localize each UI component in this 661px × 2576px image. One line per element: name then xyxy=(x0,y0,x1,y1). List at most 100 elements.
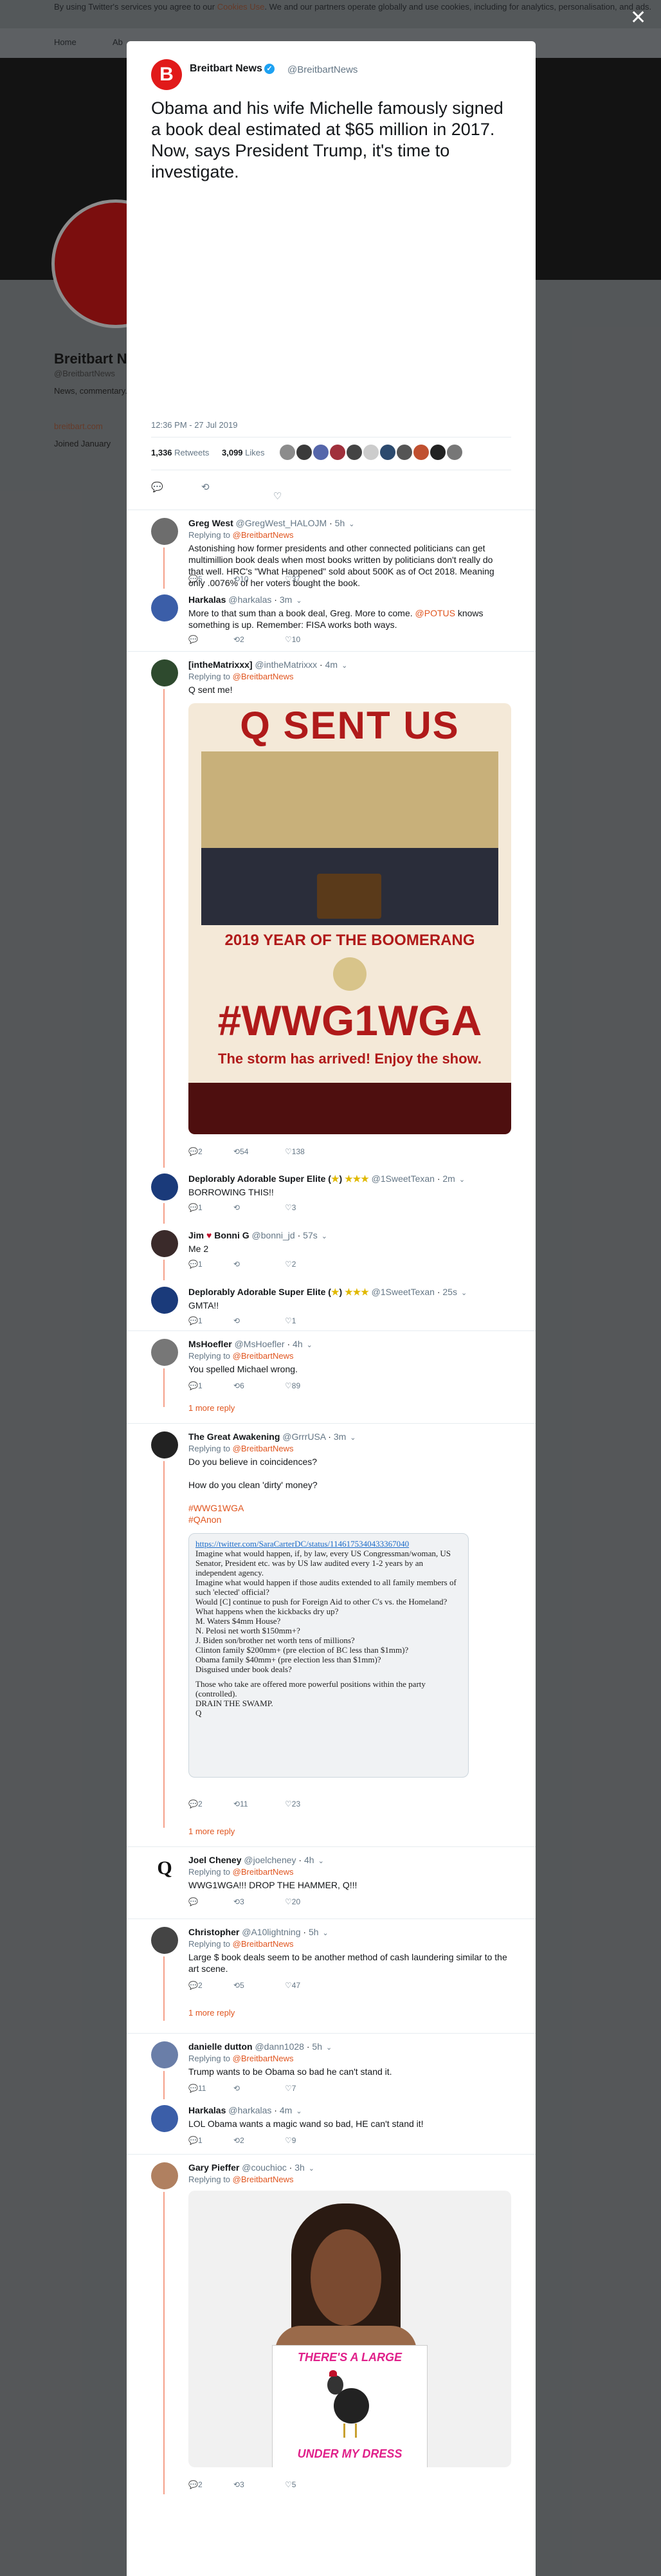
reply-author[interactable]: The Great Awakening @GrrrUSA · 3m ⌄ xyxy=(188,1431,356,1442)
liker-avatar[interactable] xyxy=(430,445,446,460)
reply-tweet[interactable]: The Great Awakening @GrrrUSA · 3m ⌄ Reply… xyxy=(127,1423,536,1847)
reply-author[interactable]: Deplorably Adorable Super Elite (★) ★★★ … xyxy=(188,1287,467,1298)
avatar[interactable] xyxy=(151,1230,178,1257)
chevron-down-icon[interactable]: ⌄ xyxy=(350,1434,356,1442)
like-icon[interactable]: ♡ 5 xyxy=(285,2480,296,2489)
mention-link[interactable]: @POTUS xyxy=(415,608,455,618)
reply-icon[interactable]: 💬 1 xyxy=(188,1203,203,1212)
chevron-down-icon[interactable]: ⌄ xyxy=(318,1857,324,1865)
reply-icon[interactable]: 💬 2 xyxy=(188,1147,203,1156)
chevron-down-icon[interactable]: ⌄ xyxy=(341,662,347,670)
hashtag-link[interactable]: #QAnon xyxy=(188,1514,510,1525)
source-name[interactable]: Breitbart News ✓ xyxy=(190,63,276,75)
mention-link[interactable]: @BreitbartNews xyxy=(233,672,294,681)
avatar[interactable] xyxy=(151,659,178,686)
like-icon[interactable]: ♡ 3 xyxy=(285,1203,296,1212)
like-icon[interactable]: ♡ 7 xyxy=(285,2084,296,2093)
reply-icon[interactable]: 💬 xyxy=(151,481,163,493)
avatar[interactable] xyxy=(151,1173,178,1201)
retweet-icon[interactable]: ⟲ 3 xyxy=(233,1897,244,1906)
like-icon[interactable]: ♡ 89 xyxy=(285,1381,300,1390)
retweet-icon[interactable]: ⟲ xyxy=(233,2084,240,2093)
chevron-down-icon[interactable]: ⌄ xyxy=(296,2108,302,2115)
retweet-icon[interactable]: ⟲ 5 xyxy=(233,1981,244,1990)
card-link[interactable]: https://twitter.com/SaraCarterDC/status/… xyxy=(195,1539,463,1549)
likes-stat[interactable]: 3,099 Likes xyxy=(222,448,265,457)
close-icon[interactable]: ✕ xyxy=(630,6,646,29)
reply-author[interactable]: Harkalas @harkalas · 3m ⌄ xyxy=(188,594,302,605)
reply-author[interactable]: [intheMatrixxx] @intheMatrixxx · 4m ⌄ xyxy=(188,659,347,670)
like-icon[interactable]: ♡ 10 xyxy=(285,635,300,644)
chevron-down-icon[interactable]: ⌄ xyxy=(459,1176,465,1184)
liker-avatar[interactable] xyxy=(413,445,429,460)
hashtag-link[interactable]: #WWG1WGA xyxy=(188,1502,510,1514)
liker-avatar[interactable] xyxy=(363,445,379,460)
liker-avatar[interactable] xyxy=(380,445,395,460)
retweet-icon[interactable]: ⟲ 6 xyxy=(233,1381,244,1390)
avatar[interactable] xyxy=(151,518,178,545)
like-icon[interactable]: ♡ 47 xyxy=(285,1981,300,1990)
like-icon[interactable]: ♡ 138 xyxy=(285,1147,305,1156)
reply-icon[interactable]: 💬 5 xyxy=(188,575,203,584)
reply-tweet[interactable]: Christopher @A10lightning · 5h ⌄ Replying… xyxy=(127,1918,536,2034)
liker-avatar[interactable] xyxy=(347,445,362,460)
mention-link[interactable]: @BreitbartNews xyxy=(233,2175,294,2184)
reply-tweet[interactable]: Deplorably Adorable Super Elite (★) ★★★ … xyxy=(127,1166,536,1224)
liker-avatar[interactable] xyxy=(447,445,462,460)
mention-link[interactable]: @BreitbartNews xyxy=(233,530,294,540)
avatar[interactable] xyxy=(151,2041,178,2068)
reply-author[interactable]: Joel Cheney @joelcheney · 4h ⌄ xyxy=(188,1855,324,1865)
reply-tweet[interactable]: [intheMatrixxx] @intheMatrixxx · 4m ⌄ Rep… xyxy=(127,651,536,1168)
reply-author[interactable]: Deplorably Adorable Super Elite (★) ★★★ … xyxy=(188,1173,465,1184)
like-icon[interactable]: ♡ 37 xyxy=(285,575,300,584)
reply-icon[interactable]: 💬 2 xyxy=(188,1981,203,1990)
like-icon[interactable]: ♡ 23 xyxy=(285,1799,300,1808)
reply-icon[interactable]: 💬 1 xyxy=(188,1316,203,1325)
avatar[interactable] xyxy=(151,2162,178,2189)
reply-author[interactable]: Greg West @GregWest_HALOJM · 5h ⌄ xyxy=(188,518,354,528)
mention-link[interactable]: @BreitbartNews xyxy=(233,2054,294,2063)
reply-icon[interactable]: 💬 2 xyxy=(188,2480,203,2489)
mention-link[interactable]: @BreitbartNews xyxy=(233,1351,294,1361)
reply-tweet[interactable]: Jim ♥ Bonni G @bonni_jd · 57s ⌄ Me 2 💬 1 … xyxy=(127,1222,536,1280)
chevron-down-icon[interactable]: ⌄ xyxy=(321,1233,327,1240)
avatar[interactable] xyxy=(151,1927,178,1954)
retweet-icon[interactable]: ⟲ 3 xyxy=(233,2480,244,2489)
reply-tweet[interactable]: Q Joel Cheney @joelcheney · 4h ⌄ Replying… xyxy=(127,1846,536,1919)
liker-avatar[interactable] xyxy=(280,445,295,460)
retweet-icon[interactable]: ⟲ xyxy=(233,1203,240,1212)
avatar[interactable] xyxy=(151,594,178,621)
reply-author[interactable]: danielle dutton @dann1028 · 5h ⌄ xyxy=(188,2041,332,2052)
like-icon[interactable]: ♡ xyxy=(273,490,282,502)
liker-avatar[interactable] xyxy=(313,445,329,460)
chevron-down-icon[interactable]: ⌄ xyxy=(296,597,302,605)
like-icon[interactable]: ♡ 20 xyxy=(285,1897,300,1906)
retweet-icon[interactable]: ⟲ 2 xyxy=(233,635,244,644)
chevron-down-icon[interactable]: ⌄ xyxy=(349,520,354,528)
tweet-timestamp[interactable]: 12:36 PM - 27 Jul 2019 xyxy=(151,420,237,430)
source-handle[interactable]: @BreitbartNews xyxy=(287,64,358,75)
breitbart-logo[interactable]: B xyxy=(151,59,182,90)
reply-tweet[interactable]: Harkalas @harkalas · 4m ⌄ LOL Obama wants… xyxy=(127,2097,536,2154)
retweet-icon[interactable]: ⟲ 2 xyxy=(233,2136,244,2145)
chevron-down-icon[interactable]: ⌄ xyxy=(309,2165,314,2173)
reply-tweet[interactable]: Deplorably Adorable Super Elite (★) ★★★ … xyxy=(127,1279,536,1330)
mention-link[interactable]: @BreitbartNews xyxy=(233,1939,294,1949)
mention-link[interactable]: @BreitbartNews xyxy=(233,1444,294,1453)
reply-author[interactable]: MsHoefler @MsHoefler · 4h ⌄ xyxy=(188,1339,312,1349)
chevron-down-icon[interactable]: ⌄ xyxy=(326,2044,332,2052)
chevron-down-icon[interactable]: ⌄ xyxy=(307,1341,312,1349)
chevron-down-icon[interactable]: ⌄ xyxy=(461,1289,467,1297)
reply-icon[interactable]: 💬 xyxy=(188,635,198,644)
avatar[interactable] xyxy=(151,1339,178,1366)
avatar[interactable] xyxy=(151,1287,178,1314)
reply-icon[interactable]: 💬 1 xyxy=(188,1381,203,1390)
reply-icon[interactable]: 💬 1 xyxy=(188,1260,203,1269)
reply-tweet[interactable]: danielle dutton @dann1028 · 5h ⌄ Replying… xyxy=(127,2033,536,2099)
retweet-icon[interactable]: ⟲ 54 xyxy=(233,1147,248,1156)
retweet-icon[interactable]: ⟲ xyxy=(233,1260,240,1269)
more-replies-link[interactable]: 1 more reply xyxy=(188,2008,235,2018)
like-icon[interactable]: ♡ 9 xyxy=(285,2136,296,2145)
reply-icon[interactable]: 💬 1 xyxy=(188,2136,203,2145)
meme-image[interactable]: Q SENT US 2019 YEAR OF THE BOOMERANG #WW… xyxy=(188,703,511,1134)
